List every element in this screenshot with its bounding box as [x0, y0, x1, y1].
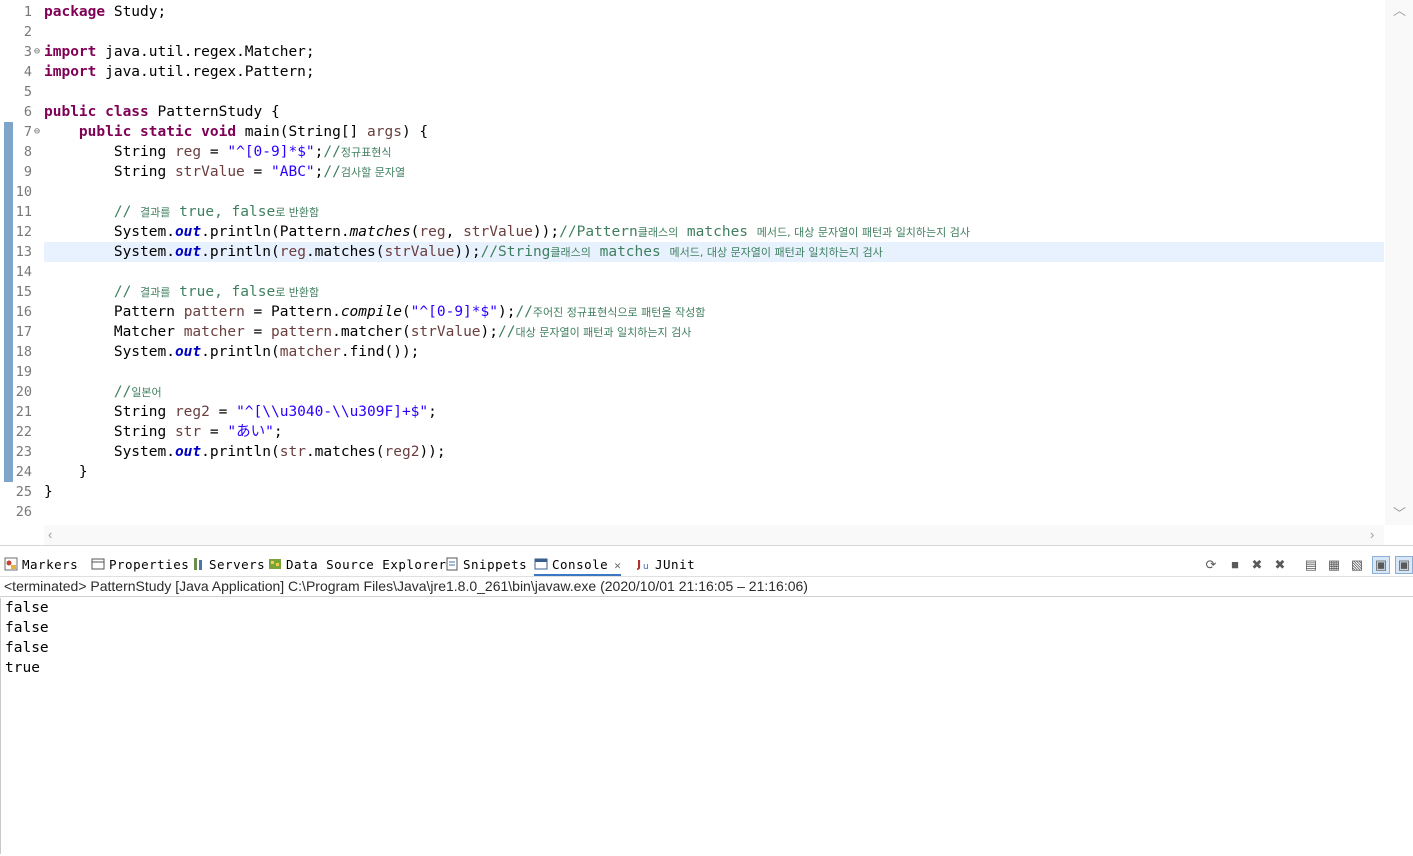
code-line[interactable]: System.out.println(str.matches(reg2));: [44, 442, 1384, 462]
svg-text:u: u: [643, 562, 649, 571]
line-number: 15: [15, 284, 32, 300]
code-line[interactable]: [44, 502, 1384, 522]
show-console-on-output-icon[interactable]: ▣: [1372, 556, 1390, 574]
line-number: 22: [15, 424, 32, 440]
code-line[interactable]: [44, 182, 1384, 202]
line-number: 18: [15, 344, 32, 360]
code-text-area[interactable]: package Study; import java.util.regex.Ma…: [44, 2, 1384, 522]
line-number: 12: [15, 224, 32, 240]
close-icon[interactable]: ✕: [614, 559, 621, 572]
clear-console-icon[interactable]: ▤: [1303, 557, 1319, 573]
relaunch-icon[interactable]: ⟳: [1203, 557, 1219, 573]
line-number: 4: [23, 64, 32, 80]
line-number: 11: [15, 204, 32, 220]
code-line[interactable]: // 결과를 true, false로 반환함: [44, 202, 1384, 222]
code-line[interactable]: [44, 22, 1384, 42]
remove-launch-icon[interactable]: ✖: [1249, 557, 1265, 573]
markers-icon: [4, 557, 18, 571]
console-icon: [534, 558, 548, 570]
line-number: 24: [15, 464, 32, 480]
code-line[interactable]: String reg = "^[0-9]*$";//정규표현식: [44, 142, 1384, 162]
snippets-icon: [446, 557, 458, 571]
console-output[interactable]: false false false true: [0, 598, 1412, 854]
junit-icon: Ju: [637, 558, 649, 571]
code-line[interactable]: [44, 362, 1384, 382]
tab-console[interactable]: Console ✕: [534, 552, 622, 576]
data-source-icon: [269, 559, 281, 569]
line-number: 26: [15, 504, 32, 520]
code-editor[interactable]: 1 2 3 ⊖ 4 5 6 7 ⊖ 8 9 10 11 12 13 14 15 16…: [0, 0, 1413, 546]
tab-data-source-explorer[interactable]: Data Source Explorer: [268, 552, 447, 576]
tab-markers[interactable]: Markers: [4, 552, 78, 576]
code-line[interactable]: System.out.println(matcher.find());: [44, 342, 1384, 362]
code-line[interactable]: [44, 82, 1384, 102]
servers-icon: [194, 558, 202, 570]
line-number: 19: [15, 364, 32, 380]
scroll-left-icon[interactable]: ‹: [48, 528, 52, 542]
line-number: 9: [23, 164, 32, 180]
line-number: 7 ⊖: [23, 122, 42, 142]
tab-properties[interactable]: Properties: [91, 552, 189, 576]
properties-icon: [91, 558, 105, 570]
fold-collapse-icon[interactable]: ⊖: [32, 122, 42, 142]
word-wrap-icon[interactable]: ▧: [1349, 557, 1365, 573]
line-number: 5: [23, 84, 32, 100]
line-number: 17: [15, 324, 32, 340]
code-line[interactable]: String reg2 = "^[\\u3040-\\u309F]+$";: [44, 402, 1384, 422]
code-line[interactable]: //일본어: [44, 382, 1384, 402]
console-output-line: false: [5, 640, 49, 656]
line-number: 21: [15, 404, 32, 420]
terminate-icon[interactable]: ■: [1227, 557, 1243, 573]
line-number: 14: [15, 264, 32, 280]
view-tab-bar: Markers Properties Servers Data Source E…: [0, 552, 1413, 577]
line-number: 13: [15, 244, 32, 260]
code-line[interactable]: import java.util.regex.Matcher;: [44, 42, 1384, 62]
code-line-current[interactable]: System.out.println(reg.matches(strValue)…: [44, 242, 1384, 262]
code-line[interactable]: Pattern pattern = Pattern.compile("^[0-9…: [44, 302, 1384, 322]
line-number: 1: [23, 4, 32, 20]
horizontal-scrollbar[interactable]: ‹ ›: [44, 525, 1384, 545]
line-number: 3 ⊖: [23, 42, 42, 62]
scroll-lock-icon[interactable]: ▦: [1326, 557, 1342, 573]
fold-collapse-icon[interactable]: ⊖: [32, 42, 42, 62]
code-line[interactable]: Matcher matcher = pattern.matcher(strVal…: [44, 322, 1384, 342]
line-number: 8: [23, 144, 32, 160]
code-line[interactable]: String strValue = "ABC";//검사할 문자열: [44, 162, 1384, 182]
line-number: 2: [23, 24, 32, 40]
svg-text:J: J: [637, 558, 642, 571]
code-line[interactable]: package Study;: [44, 2, 1384, 22]
remove-all-terminated-icon[interactable]: ✖: [1272, 557, 1288, 573]
line-number: 6: [23, 104, 32, 120]
line-number-gutter: 1 2 3 ⊖ 4 5 6 7 ⊖ 8 9 10 11 12 13 14 15 16…: [0, 2, 42, 522]
console-process-label: <terminated> PatternStudy [Java Applicat…: [0, 577, 1413, 597]
line-number: 10: [15, 184, 32, 200]
code-line[interactable]: [44, 262, 1384, 282]
tab-junit[interactable]: Ju JUnit: [637, 552, 695, 576]
code-line[interactable]: // 결과를 true, false로 반환함: [44, 282, 1384, 302]
line-number: 20: [15, 384, 32, 400]
console-output-line: false: [5, 600, 49, 616]
code-line[interactable]: String str = "あい";: [44, 422, 1384, 442]
vertical-scrollbar[interactable]: ︿ ﹀: [1385, 0, 1413, 525]
scroll-right-icon[interactable]: ›: [1370, 528, 1374, 542]
tab-servers[interactable]: Servers: [191, 552, 265, 576]
console-output-line: true: [5, 660, 40, 676]
code-line[interactable]: public class PatternStudy {: [44, 102, 1384, 122]
code-line[interactable]: }: [44, 462, 1384, 482]
code-line[interactable]: public static void main(String[] args) {: [44, 122, 1384, 142]
code-line[interactable]: System.out.println(Pattern.matches(reg, …: [44, 222, 1384, 242]
code-line[interactable]: }: [44, 482, 1384, 502]
code-line[interactable]: import java.util.regex.Pattern;: [44, 62, 1384, 82]
console-output-line: false: [5, 620, 49, 636]
scroll-up-icon[interactable]: ︿: [1393, 4, 1406, 18]
tab-snippets[interactable]: Snippets: [445, 552, 527, 576]
line-number: 23: [15, 444, 32, 460]
line-number: 25: [15, 484, 32, 500]
scroll-down-icon[interactable]: ﹀: [1393, 507, 1406, 521]
show-console-on-error-icon[interactable]: ▣: [1395, 556, 1413, 574]
line-number: 16: [15, 304, 32, 320]
